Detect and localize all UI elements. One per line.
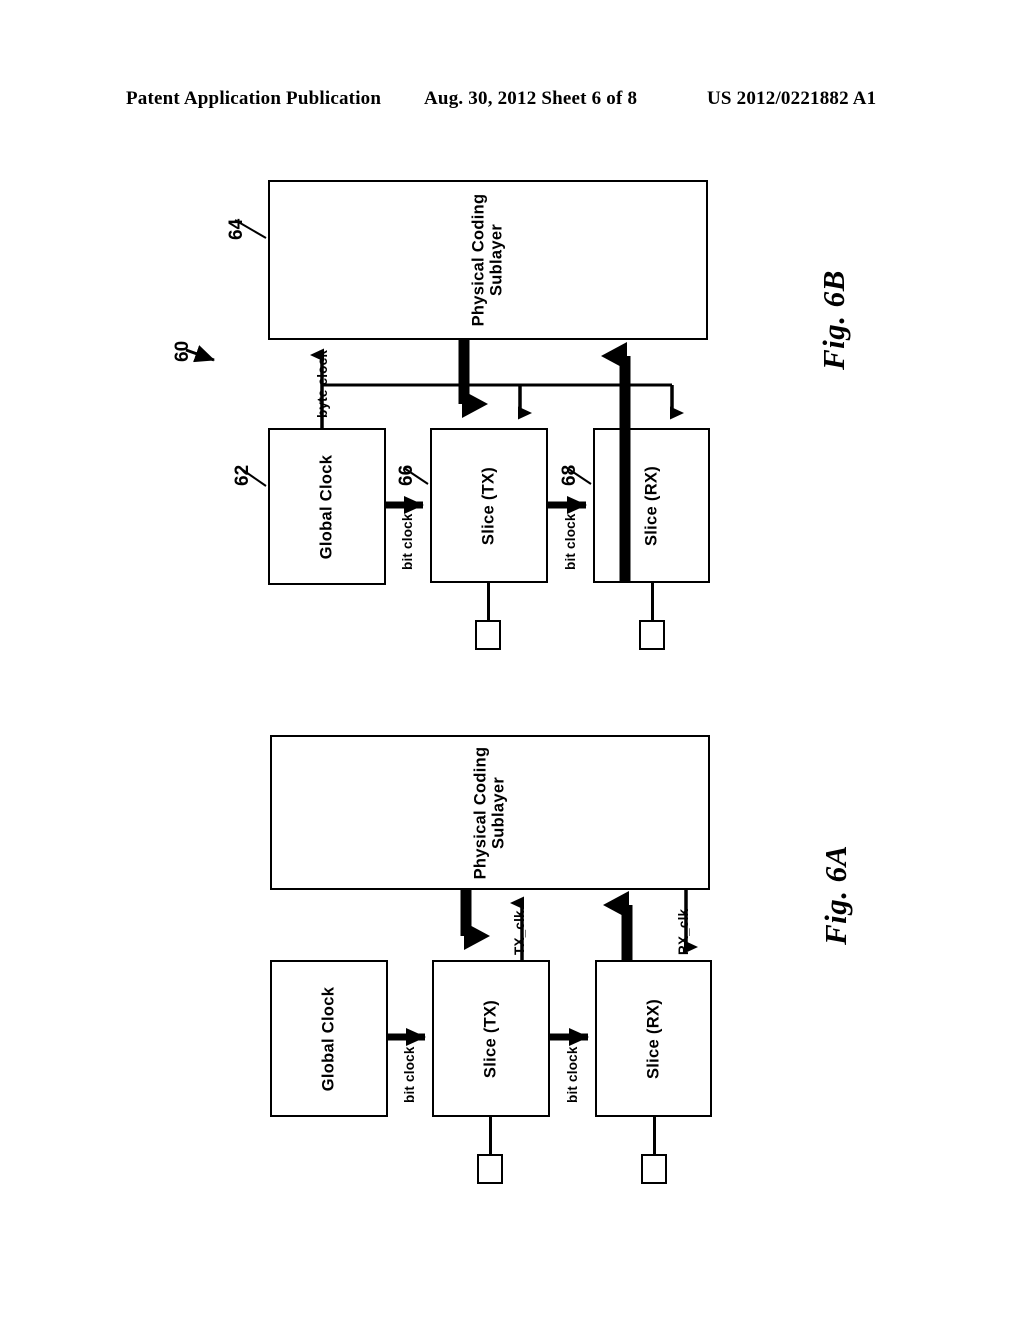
fig6a-connectors xyxy=(388,890,698,1046)
ref-numeral-68: 68 xyxy=(559,464,580,486)
figure-caption-6a: Fig. 6A xyxy=(818,845,853,945)
tx-clk-label-6a: TX_clk xyxy=(512,910,527,955)
figure-caption-6b: Fig. 6B xyxy=(816,270,851,370)
bit-clock-rx-label-6a: bit clock xyxy=(565,1046,580,1103)
date-and-sheet: Aug. 30, 2012 Sheet 6 of 8 xyxy=(424,88,638,109)
page-header: Patent Application Publication Aug. 30, … xyxy=(0,88,1024,116)
figure-6b: Physical Coding Sublayer Global Clock Sli… xyxy=(0,150,1024,690)
byte-clock-label-6b: byte clock xyxy=(315,349,330,418)
figure-6a: Physical Coding Sublayer Global Clock Sli… xyxy=(0,705,1024,1265)
ref-numeral-64: 64 xyxy=(226,218,247,240)
bit-clock-rx-label-6b: bit clock xyxy=(563,513,578,570)
patent-number: US 2012/0221882 A1 xyxy=(707,88,877,109)
ref-numeral-62: 62 xyxy=(232,464,253,486)
bit-clock-tx-label-6a: bit clock xyxy=(402,1046,417,1103)
bit-clock-tx-label-6b: bit clock xyxy=(400,513,415,570)
rx-clk-label-6a: RX_clk xyxy=(676,908,691,955)
publication-title: Patent Application Publication xyxy=(126,88,382,109)
fig6b-connectors xyxy=(185,219,684,583)
ref-numeral-66: 66 xyxy=(396,464,417,486)
ref-numeral-60: 60 xyxy=(172,340,193,362)
